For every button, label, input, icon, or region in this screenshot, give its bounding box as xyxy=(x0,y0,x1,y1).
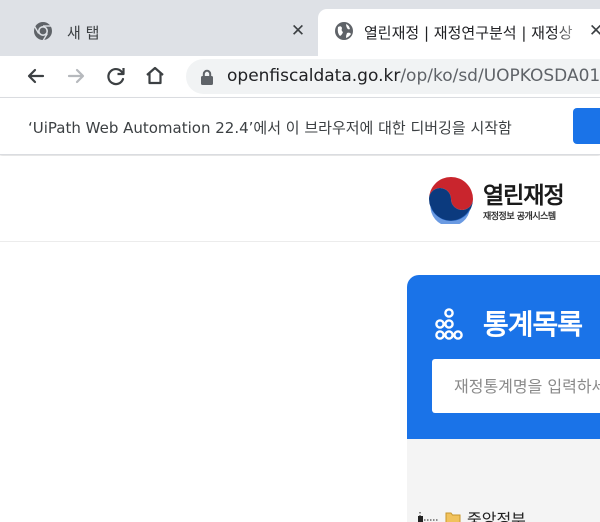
browser-window: 새 탭 ✕ 열린재정 | 재정연구분석 | 재정상 ✕ openfiscalda… xyxy=(0,0,600,522)
url-host: openfiscaldata.go.kr xyxy=(227,66,401,86)
folder-icon xyxy=(445,512,461,522)
site-header: 열린재정 재정정보 공개시스템 xyxy=(0,156,600,242)
stat-search-box[interactable] xyxy=(432,359,600,413)
stat-tree: 중앙정부 xyxy=(407,439,600,522)
lock-icon[interactable] xyxy=(200,69,214,85)
tab-open-fiscal[interactable]: 열린재정 | 재정연구분석 | 재정상 ✕ xyxy=(318,9,600,56)
debugging-infobar: ‘UiPath Web Automation 22.4’에서 이 브라우저에 대… xyxy=(0,97,600,155)
tree-connector xyxy=(418,512,439,522)
stat-list-title: 통계목록 xyxy=(483,308,583,341)
tab-new-tab[interactable]: 새 탭 ✕ xyxy=(9,9,316,56)
home-icon[interactable] xyxy=(141,62,169,90)
chrome-icon xyxy=(33,22,52,41)
logo-title[interactable]: 열린재정 xyxy=(483,176,565,210)
address-url[interactable]: openfiscaldata.go.kr/op/ko/sd/UOPKOSDA01 xyxy=(227,66,600,86)
infobar-message: ‘UiPath Web Automation 22.4’에서 이 브라우저에 대… xyxy=(28,119,512,137)
tab-strip: 새 탭 ✕ 열린재정 | 재정연구분석 | 재정상 ✕ xyxy=(0,0,600,56)
tree-item-central-government[interactable]: 중앙정부 xyxy=(417,507,526,522)
tab-title-fade xyxy=(554,17,590,47)
globe-icon xyxy=(335,22,353,40)
web-page: 열린재정 재정정보 공개시스템 통계목록 재정통계명을 입력하세요 중앙정부 xyxy=(0,156,600,522)
logo-subtitle: 재정정보 공개시스템 xyxy=(483,212,556,222)
taegeuk-logo-icon[interactable] xyxy=(426,174,476,224)
circles-icon xyxy=(435,308,463,340)
stat-search-input[interactable] xyxy=(432,359,600,413)
tab-title: 새 탭 xyxy=(67,24,100,42)
address-bar[interactable]: openfiscaldata.go.kr/op/ko/sd/UOPKOSDA01 xyxy=(186,59,600,94)
reload-icon[interactable] xyxy=(102,62,130,90)
infobar-cancel-button[interactable] xyxy=(573,108,600,144)
url-path: /op/ko/sd/UOPKOSDA01 xyxy=(400,66,600,86)
toolbar: openfiscaldata.go.kr/op/ko/sd/UOPKOSDA01 xyxy=(0,56,600,97)
forward-arrow-icon[interactable] xyxy=(62,62,90,90)
back-arrow-icon[interactable] xyxy=(22,62,50,90)
tab-close-icon[interactable]: ✕ xyxy=(586,21,600,41)
tab-close-icon[interactable]: ✕ xyxy=(288,21,308,41)
tree-item-label: 중앙정부 xyxy=(467,510,526,522)
